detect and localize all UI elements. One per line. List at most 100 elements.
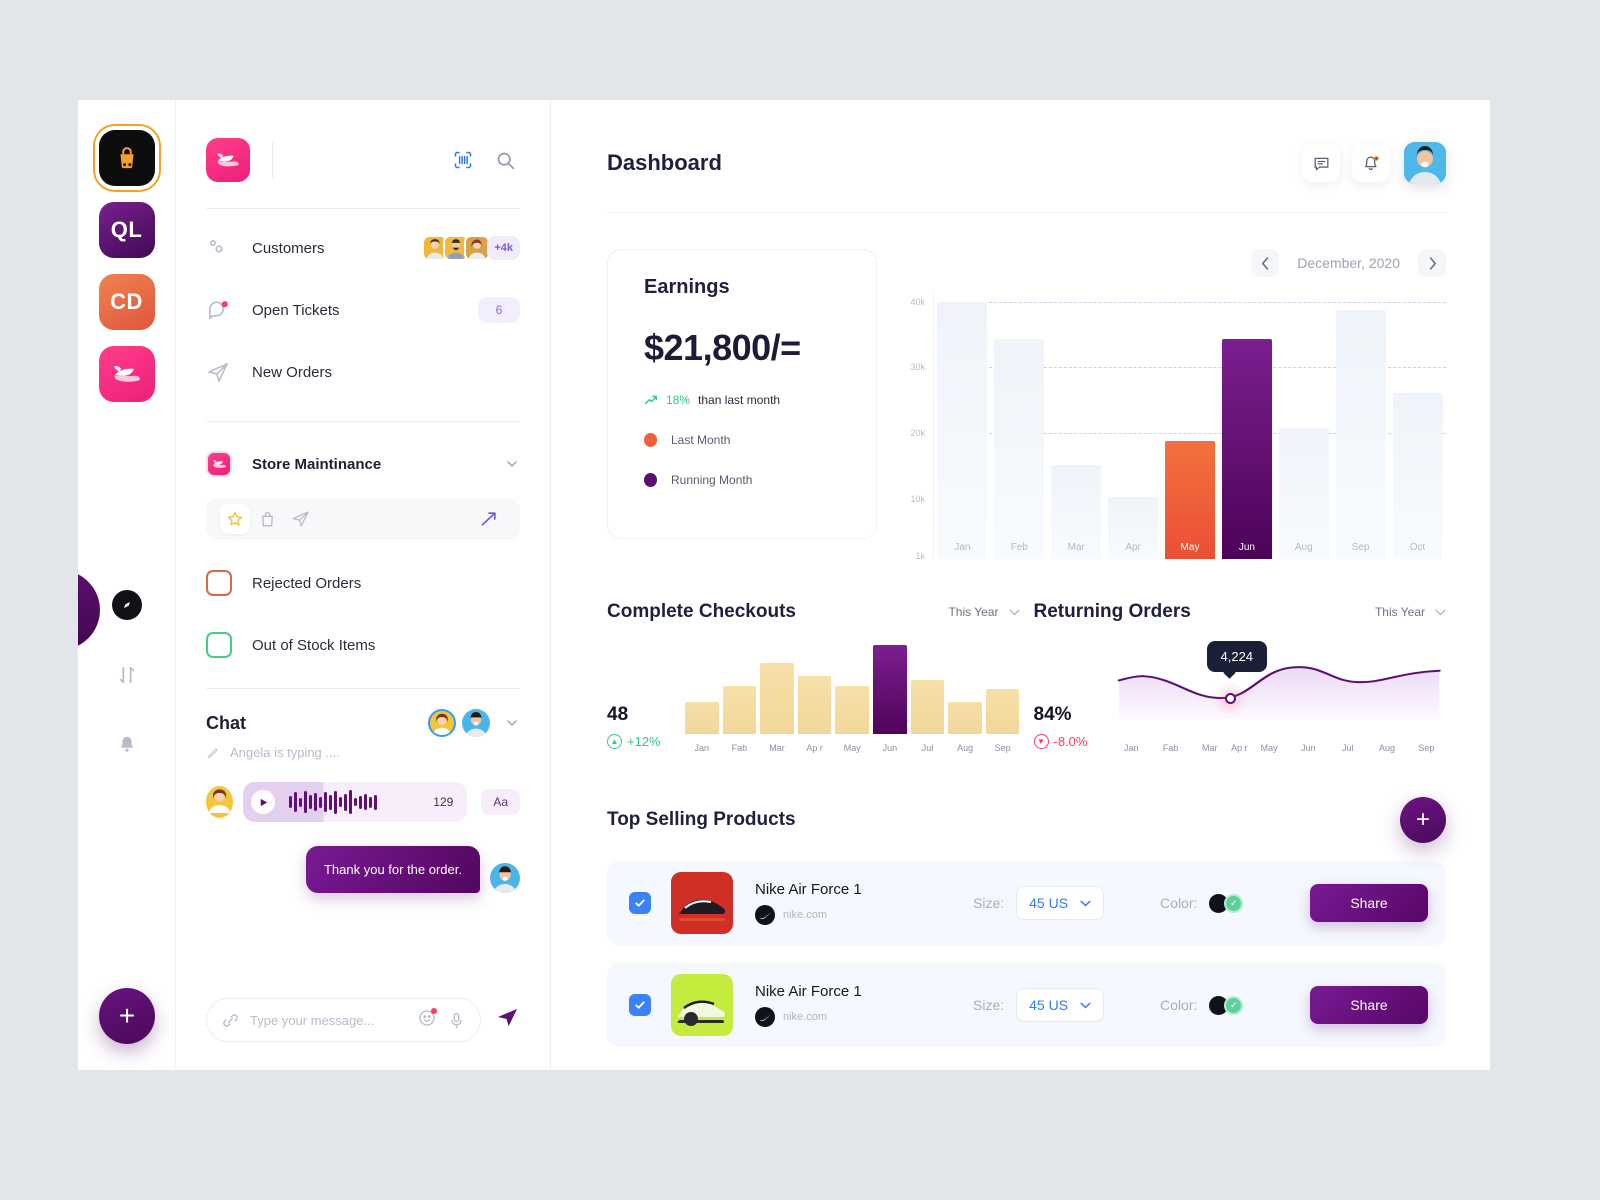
pencil-icon (207, 747, 218, 758)
bar-column[interactable]: May (835, 645, 870, 753)
next-month-button[interactable] (1418, 249, 1446, 277)
nike-swoosh-icon (755, 1007, 775, 1027)
trend-up-button[interactable] (472, 509, 506, 529)
bar-column[interactable]: Mar (1048, 291, 1105, 559)
paper-plane-icon (292, 511, 309, 527)
bar-column[interactable]: Sep (985, 645, 1020, 753)
chat-participant-avatar[interactable] (428, 709, 456, 737)
search-icon (497, 152, 514, 169)
range-select-returning[interactable]: This Year (1375, 605, 1446, 619)
rail-item-bell[interactable] (78, 710, 176, 780)
product-row[interactable]: Nike Air Force 1 nike.com Size: 45 US Co… (607, 963, 1446, 1047)
text-format-button[interactable]: Aa (481, 789, 520, 815)
share-button[interactable]: Share (1310, 986, 1428, 1024)
bar-column[interactable]: Feb (991, 291, 1048, 559)
sidebar-section-store-maintenance[interactable]: Store Maintinance (206, 436, 520, 492)
bar-column-highlight-jun[interactable]: Jun (1218, 291, 1275, 559)
color-swatch-green-selected[interactable]: ✓ (1224, 995, 1244, 1015)
customer-count-more[interactable]: +4k (487, 236, 520, 260)
trend-up-icon (481, 512, 496, 526)
sidebar-item-customers[interactable]: Customers +4k (206, 217, 520, 279)
x-tick: Aug (1379, 742, 1396, 753)
send-button[interactable] (284, 509, 318, 529)
size-select[interactable]: 45 US (1016, 886, 1105, 920)
bar-column[interactable]: Aug (948, 645, 982, 753)
bar-column[interactable]: Apr (1105, 291, 1162, 559)
app-tile-label: CD (110, 289, 143, 314)
bar-column[interactable]: Oct (1389, 291, 1446, 559)
prev-month-button[interactable] (1251, 249, 1280, 277)
send-message-button[interactable] (495, 1005, 520, 1035)
add-product-button[interactable]: + (1400, 797, 1446, 843)
sidebar-item-open-tickets[interactable]: Open Tickets 6 (206, 279, 520, 341)
avatar[interactable] (1404, 142, 1446, 184)
share-button[interactable]: Share (1310, 884, 1428, 922)
data-point-marker[interactable] (1224, 693, 1236, 704)
barcode-scan-button[interactable] (448, 145, 478, 175)
bar-column[interactable]: Sep (1332, 291, 1389, 559)
bag-button[interactable] (250, 510, 284, 529)
app-tile-cd[interactable]: CD (98, 274, 155, 330)
current-month-label: December, 2020 (1297, 255, 1400, 271)
bar-column[interactable]: Mar (760, 645, 794, 753)
messages-button[interactable] (1302, 144, 1340, 182)
star-button[interactable] (220, 504, 250, 534)
rail-item-sort[interactable] (78, 640, 176, 710)
typing-text: Angela is typing .... (230, 745, 340, 760)
play-button[interactable] (251, 790, 276, 814)
data-point-tooltip: 4,224 (1206, 641, 1268, 672)
checkouts-bar-series: Jan Fab Mar Ap r May Jun Jul Aug Sep (685, 645, 1020, 753)
app-rail: QL CD + (78, 100, 176, 1070)
range-select-checkouts[interactable]: This Year (948, 605, 1019, 619)
open-tickets-count: 6 (478, 297, 520, 323)
checkbox-out-of-stock[interactable] (206, 632, 232, 658)
bar-column-highlight-may[interactable]: May (1162, 291, 1219, 559)
link-icon[interactable] (221, 1011, 240, 1030)
bar-column-highlight-jun[interactable]: Jun (873, 645, 907, 753)
sidebar-panel: Customers +4k Open Tickets 6 New Orders … (176, 100, 551, 1070)
microphone-icon[interactable] (447, 1011, 466, 1030)
chat-participant-avatar[interactable] (462, 709, 490, 737)
size-select[interactable]: 45 US (1016, 988, 1105, 1022)
divider (272, 142, 273, 178)
chat-input-placeholder: Type your message... (250, 1012, 375, 1028)
size-label: Size: (973, 895, 1005, 911)
product-brand: nike.com (755, 1007, 955, 1027)
chat-input-box[interactable]: Type your message... (206, 998, 481, 1042)
search-button[interactable] (490, 145, 520, 175)
chevron-down-icon[interactable] (504, 715, 520, 731)
sidebar-item-new-orders[interactable]: New Orders (206, 341, 520, 403)
sidebar-item-out-of-stock[interactable]: Out of Stock Items (206, 614, 520, 676)
product-checkbox[interactable] (629, 892, 651, 914)
product-checkbox[interactable] (629, 994, 651, 1016)
chat-title: Chat (206, 712, 246, 733)
app-tile-ql[interactable]: QL (98, 202, 155, 258)
product-row[interactable]: Nike Air Force 1 nike.com Size: 45 US Co… (607, 861, 1446, 945)
checkbox-rejected-orders[interactable] (206, 570, 232, 596)
x-tick: Sep (1418, 742, 1435, 753)
main-content: Dashboard Earnings $21,800/= 18% than la… (551, 100, 1490, 1070)
app-switcher: QL CD (78, 100, 175, 402)
earnings-title: Earnings (644, 276, 730, 298)
app-tile-shop[interactable] (92, 124, 161, 192)
sidebar-item-rejected-orders[interactable]: Rejected Orders (206, 552, 520, 614)
page-title: Dashboard (607, 150, 722, 175)
bar-column[interactable]: Aug (1275, 291, 1332, 559)
bar-column[interactable]: Jan (934, 291, 991, 559)
product-color-field: Color: ✓ (1160, 893, 1244, 913)
divider (607, 212, 1446, 213)
color-swatch-green-selected[interactable]: ✓ (1224, 893, 1244, 913)
sidebar-logo[interactable] (206, 138, 250, 182)
bar-column[interactable]: Jan (685, 645, 719, 753)
voice-bubble[interactable]: 129 (243, 782, 468, 822)
bar-column[interactable]: Fab (722, 645, 757, 753)
rail-add-button[interactable]: + (99, 988, 155, 1044)
bar-column[interactable]: Jul (910, 645, 945, 753)
emoji-button[interactable] (417, 1007, 437, 1033)
app-tile-whale[interactable] (98, 346, 155, 402)
bar-column[interactable]: Ap r (797, 645, 832, 753)
product-domain: nike.com (783, 1011, 828, 1023)
customer-avatars[interactable]: +4k (422, 235, 520, 261)
chevron-down-icon[interactable] (504, 456, 520, 472)
notifications-button[interactable] (1352, 144, 1390, 182)
